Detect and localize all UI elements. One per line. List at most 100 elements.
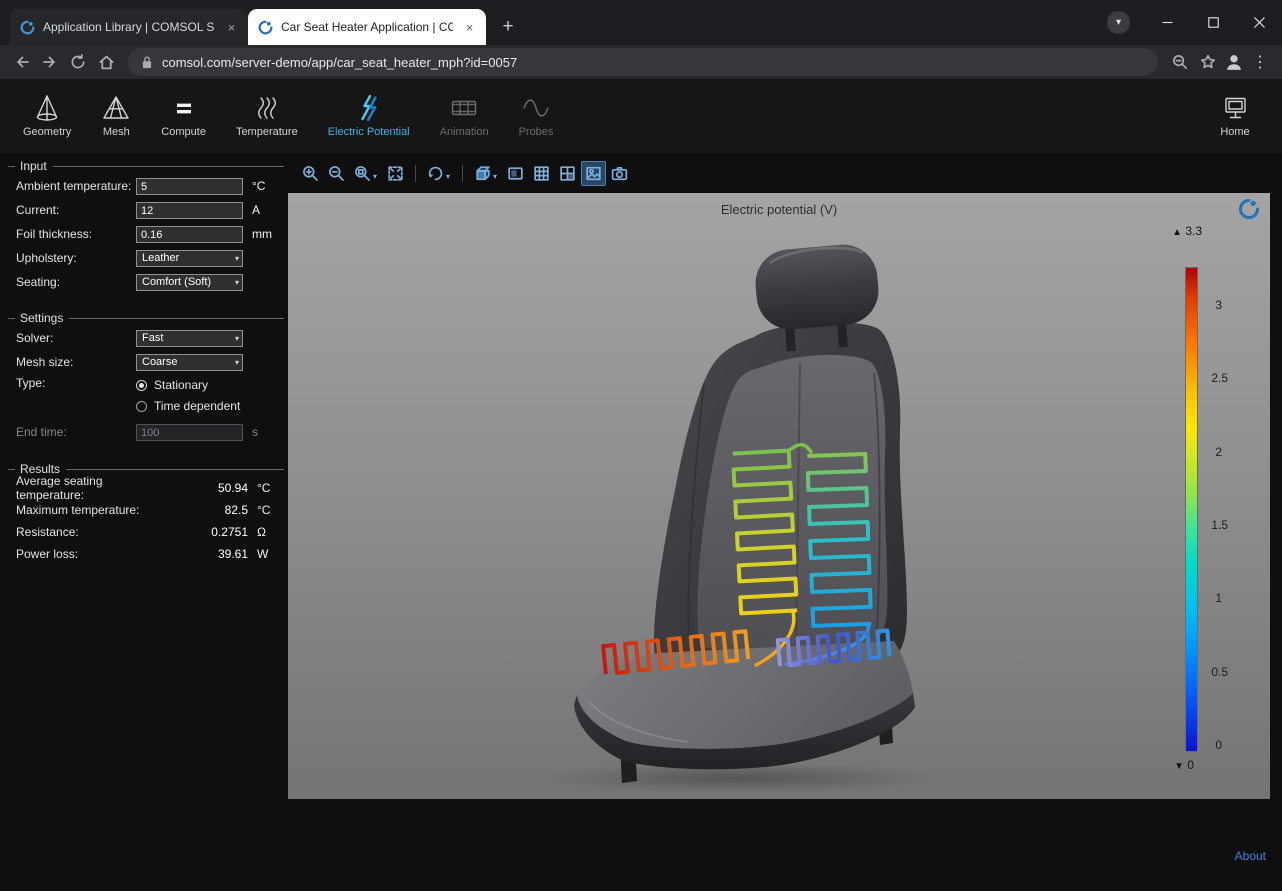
radio-icon	[136, 380, 147, 391]
compute-equals-icon	[169, 92, 199, 124]
ribbon-geometry-button[interactable]: Geometry	[8, 79, 86, 153]
ambient-temperature-input[interactable]	[136, 178, 243, 195]
zoom-indicator-icon[interactable]	[1166, 48, 1194, 76]
comsol-favicon	[258, 20, 273, 35]
reload-icon[interactable]	[64, 48, 92, 76]
end-time-input	[136, 424, 243, 441]
chevron-down-icon: ▾	[235, 278, 239, 287]
type-row: Type: Stationary Time dependent	[0, 374, 288, 413]
field-label: Current:	[16, 203, 136, 217]
tab-close-icon[interactable]: ×	[461, 19, 478, 36]
tab-strip: Application Library | COMSOL Se × Car Se…	[0, 0, 1282, 45]
rotate-button[interactable]: ▾	[423, 161, 455, 186]
tab-car-seat-heater[interactable]: Car Seat Heater Application | CO ×	[248, 9, 486, 45]
ribbon-compute-button[interactable]: Compute	[146, 79, 221, 153]
seating-row: Seating: Comfort (Soft)▾	[0, 270, 288, 294]
ribbon-electric-potential-button[interactable]: Electric Potential	[313, 79, 425, 153]
upholstery-select[interactable]: Leather▾	[136, 250, 243, 267]
tab-search-button[interactable]: ▾	[1107, 11, 1130, 34]
triangle-down-icon: ▼	[1174, 761, 1184, 772]
profile-avatar[interactable]	[1222, 50, 1246, 74]
tab-close-icon[interactable]: ×	[223, 19, 240, 36]
time-dependent-radio[interactable]: Time dependent	[136, 399, 240, 413]
field-unit: °C	[243, 179, 273, 193]
window-controls: ▾	[1107, 0, 1282, 45]
chevron-down-icon: ▾	[373, 172, 377, 181]
new-tab-button[interactable]: +	[494, 13, 522, 41]
zoom-box-button[interactable]: ▾	[350, 161, 382, 186]
colorbar	[1185, 267, 1198, 752]
graphics-panel: ▾ ▾ ▾ Electric potential (V)	[288, 153, 1282, 891]
field-unit: mm	[243, 227, 273, 241]
transparency-button[interactable]	[529, 161, 554, 186]
tab-title: Car Seat Heater Application | CO	[281, 20, 453, 34]
ribbon-mesh-button[interactable]: Mesh	[86, 79, 146, 153]
seating-select[interactable]: Comfort (Soft)▾	[136, 274, 243, 291]
environment-reflections-button[interactable]	[581, 161, 606, 186]
field-label: Ambient temperature:	[16, 179, 136, 193]
toolbar-separator	[462, 165, 463, 182]
settings-sidebar: Input Ambient temperature: °C Current: A…	[0, 153, 288, 891]
field-label: Upholstery:	[16, 251, 136, 265]
graphics-toolbar: ▾ ▾ ▾	[288, 153, 1282, 193]
foil-thickness-input[interactable]	[136, 226, 243, 243]
result-row: Power loss: 39.61 W	[0, 543, 288, 565]
default-view-button[interactable]: ▾	[470, 161, 502, 186]
ribbon-temperature-button[interactable]: Temperature	[221, 79, 313, 153]
mesh-size-row: Mesh size: Coarse▾	[0, 350, 288, 374]
result-unit: °C	[248, 503, 278, 517]
field-unit: A	[243, 203, 273, 217]
settings-section-header: Settings	[0, 310, 288, 326]
field-label: End time:	[16, 425, 136, 439]
app-ribbon: Geometry Mesh Compute Temperature Electr…	[0, 79, 1282, 153]
snapshot-button[interactable]	[607, 161, 632, 186]
minimize-button[interactable]	[1144, 0, 1190, 45]
about-link[interactable]: About	[1235, 849, 1266, 863]
browser-menu-icon[interactable]: ⋮	[1246, 48, 1274, 76]
field-unit: s	[243, 425, 273, 439]
result-row: Resistance: 0.2751 Ω	[0, 521, 288, 543]
animation-filmstrip-icon	[449, 92, 479, 124]
maximize-button[interactable]	[1190, 0, 1236, 45]
ribbon-animation-button: Animation	[425, 79, 504, 153]
field-label: Solver:	[16, 331, 136, 345]
result-value: 50.94	[141, 481, 248, 495]
result-value: 0.2751	[141, 525, 248, 539]
field-label: Foil thickness:	[16, 227, 136, 241]
result-row: Maximum temperature: 82.5 °C	[0, 499, 288, 521]
colorbar-max-label: ▲ 3.3	[1172, 224, 1202, 238]
comsol-logo	[1238, 198, 1260, 220]
field-label: Mesh size:	[16, 355, 136, 369]
geometry-icon	[32, 92, 62, 124]
ribbon-home-button[interactable]: Home	[1205, 79, 1274, 153]
show-grid-button[interactable]	[555, 161, 580, 186]
bookmark-star-icon[interactable]	[1194, 48, 1222, 76]
tab-application-library[interactable]: Application Library | COMSOL Se ×	[10, 9, 248, 45]
zoom-out-button[interactable]	[324, 161, 349, 186]
stationary-radio[interactable]: Stationary	[136, 378, 240, 392]
field-label: Type:	[16, 376, 136, 413]
address-bar[interactable]: comsol.com/server-demo/app/car_seat_heat…	[128, 48, 1158, 76]
current-input[interactable]	[136, 202, 243, 219]
colorbar-tick: 0	[1215, 738, 1222, 752]
solver-row: Solver: Fast▾	[0, 326, 288, 350]
scene-light-button[interactable]	[503, 161, 528, 186]
mesh-size-select[interactable]: Coarse▾	[136, 354, 243, 371]
result-row: Average seating temperature: 50.94 °C	[0, 477, 288, 499]
temperature-waves-icon	[252, 92, 282, 124]
colorbar-min-label: ▼ 0	[1174, 758, 1194, 772]
chevron-down-icon: ▾	[235, 358, 239, 367]
result-unit: Ω	[248, 525, 278, 539]
3d-plot-canvas[interactable]: Electric potential (V)	[288, 193, 1270, 799]
close-button[interactable]	[1236, 0, 1282, 45]
zoom-extents-button[interactable]	[383, 161, 408, 186]
browser-window: Application Library | COMSOL Se × Car Se…	[0, 0, 1282, 891]
result-value: 82.5	[141, 503, 248, 517]
zoom-in-button[interactable]	[298, 161, 323, 186]
forward-icon[interactable]	[36, 48, 64, 76]
chevron-down-icon: ▾	[235, 334, 239, 343]
back-icon[interactable]	[8, 48, 36, 76]
solver-select[interactable]: Fast▾	[136, 330, 243, 347]
car-seat-3d-model	[528, 233, 978, 793]
home-icon[interactable]	[92, 48, 120, 76]
